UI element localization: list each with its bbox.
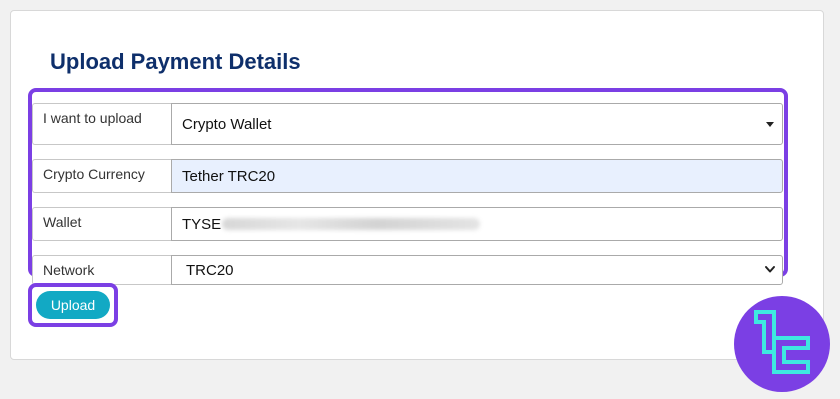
network-value: TRC20 <box>186 261 234 279</box>
brand-logo-icon <box>734 296 830 392</box>
upload-type-dropdown[interactable]: Crypto Wallet <box>171 103 783 145</box>
wallet-row: Wallet TYSE <box>32 207 783 241</box>
crypto-currency-field[interactable]: Tether TRC20 <box>171 159 783 193</box>
network-select[interactable]: TRC20 <box>171 255 783 285</box>
upload-type-row: I want to upload Crypto Wallet <box>32 103 783 145</box>
wallet-address-blurred <box>222 218 481 230</box>
upload-type-label: I want to upload <box>32 103 171 145</box>
network-label: Network <box>32 255 171 285</box>
crypto-currency-label: Crypto Currency <box>32 159 171 193</box>
wallet-label: Wallet <box>32 207 171 241</box>
page-title: Upload Payment Details <box>50 49 301 74</box>
crypto-currency-value: Tether TRC20 <box>182 167 276 185</box>
wallet-value-prefix: TYSE <box>182 215 222 233</box>
upload-type-value: Crypto Wallet <box>182 115 272 133</box>
upload-button[interactable]: Upload <box>36 291 110 319</box>
wallet-input[interactable]: TYSE <box>171 207 783 241</box>
network-row: Network TRC20 <box>32 255 783 285</box>
caret-down-icon <box>766 122 774 127</box>
crypto-currency-row: Crypto Currency Tether TRC20 <box>32 159 783 193</box>
chevron-down-icon <box>765 266 775 273</box>
